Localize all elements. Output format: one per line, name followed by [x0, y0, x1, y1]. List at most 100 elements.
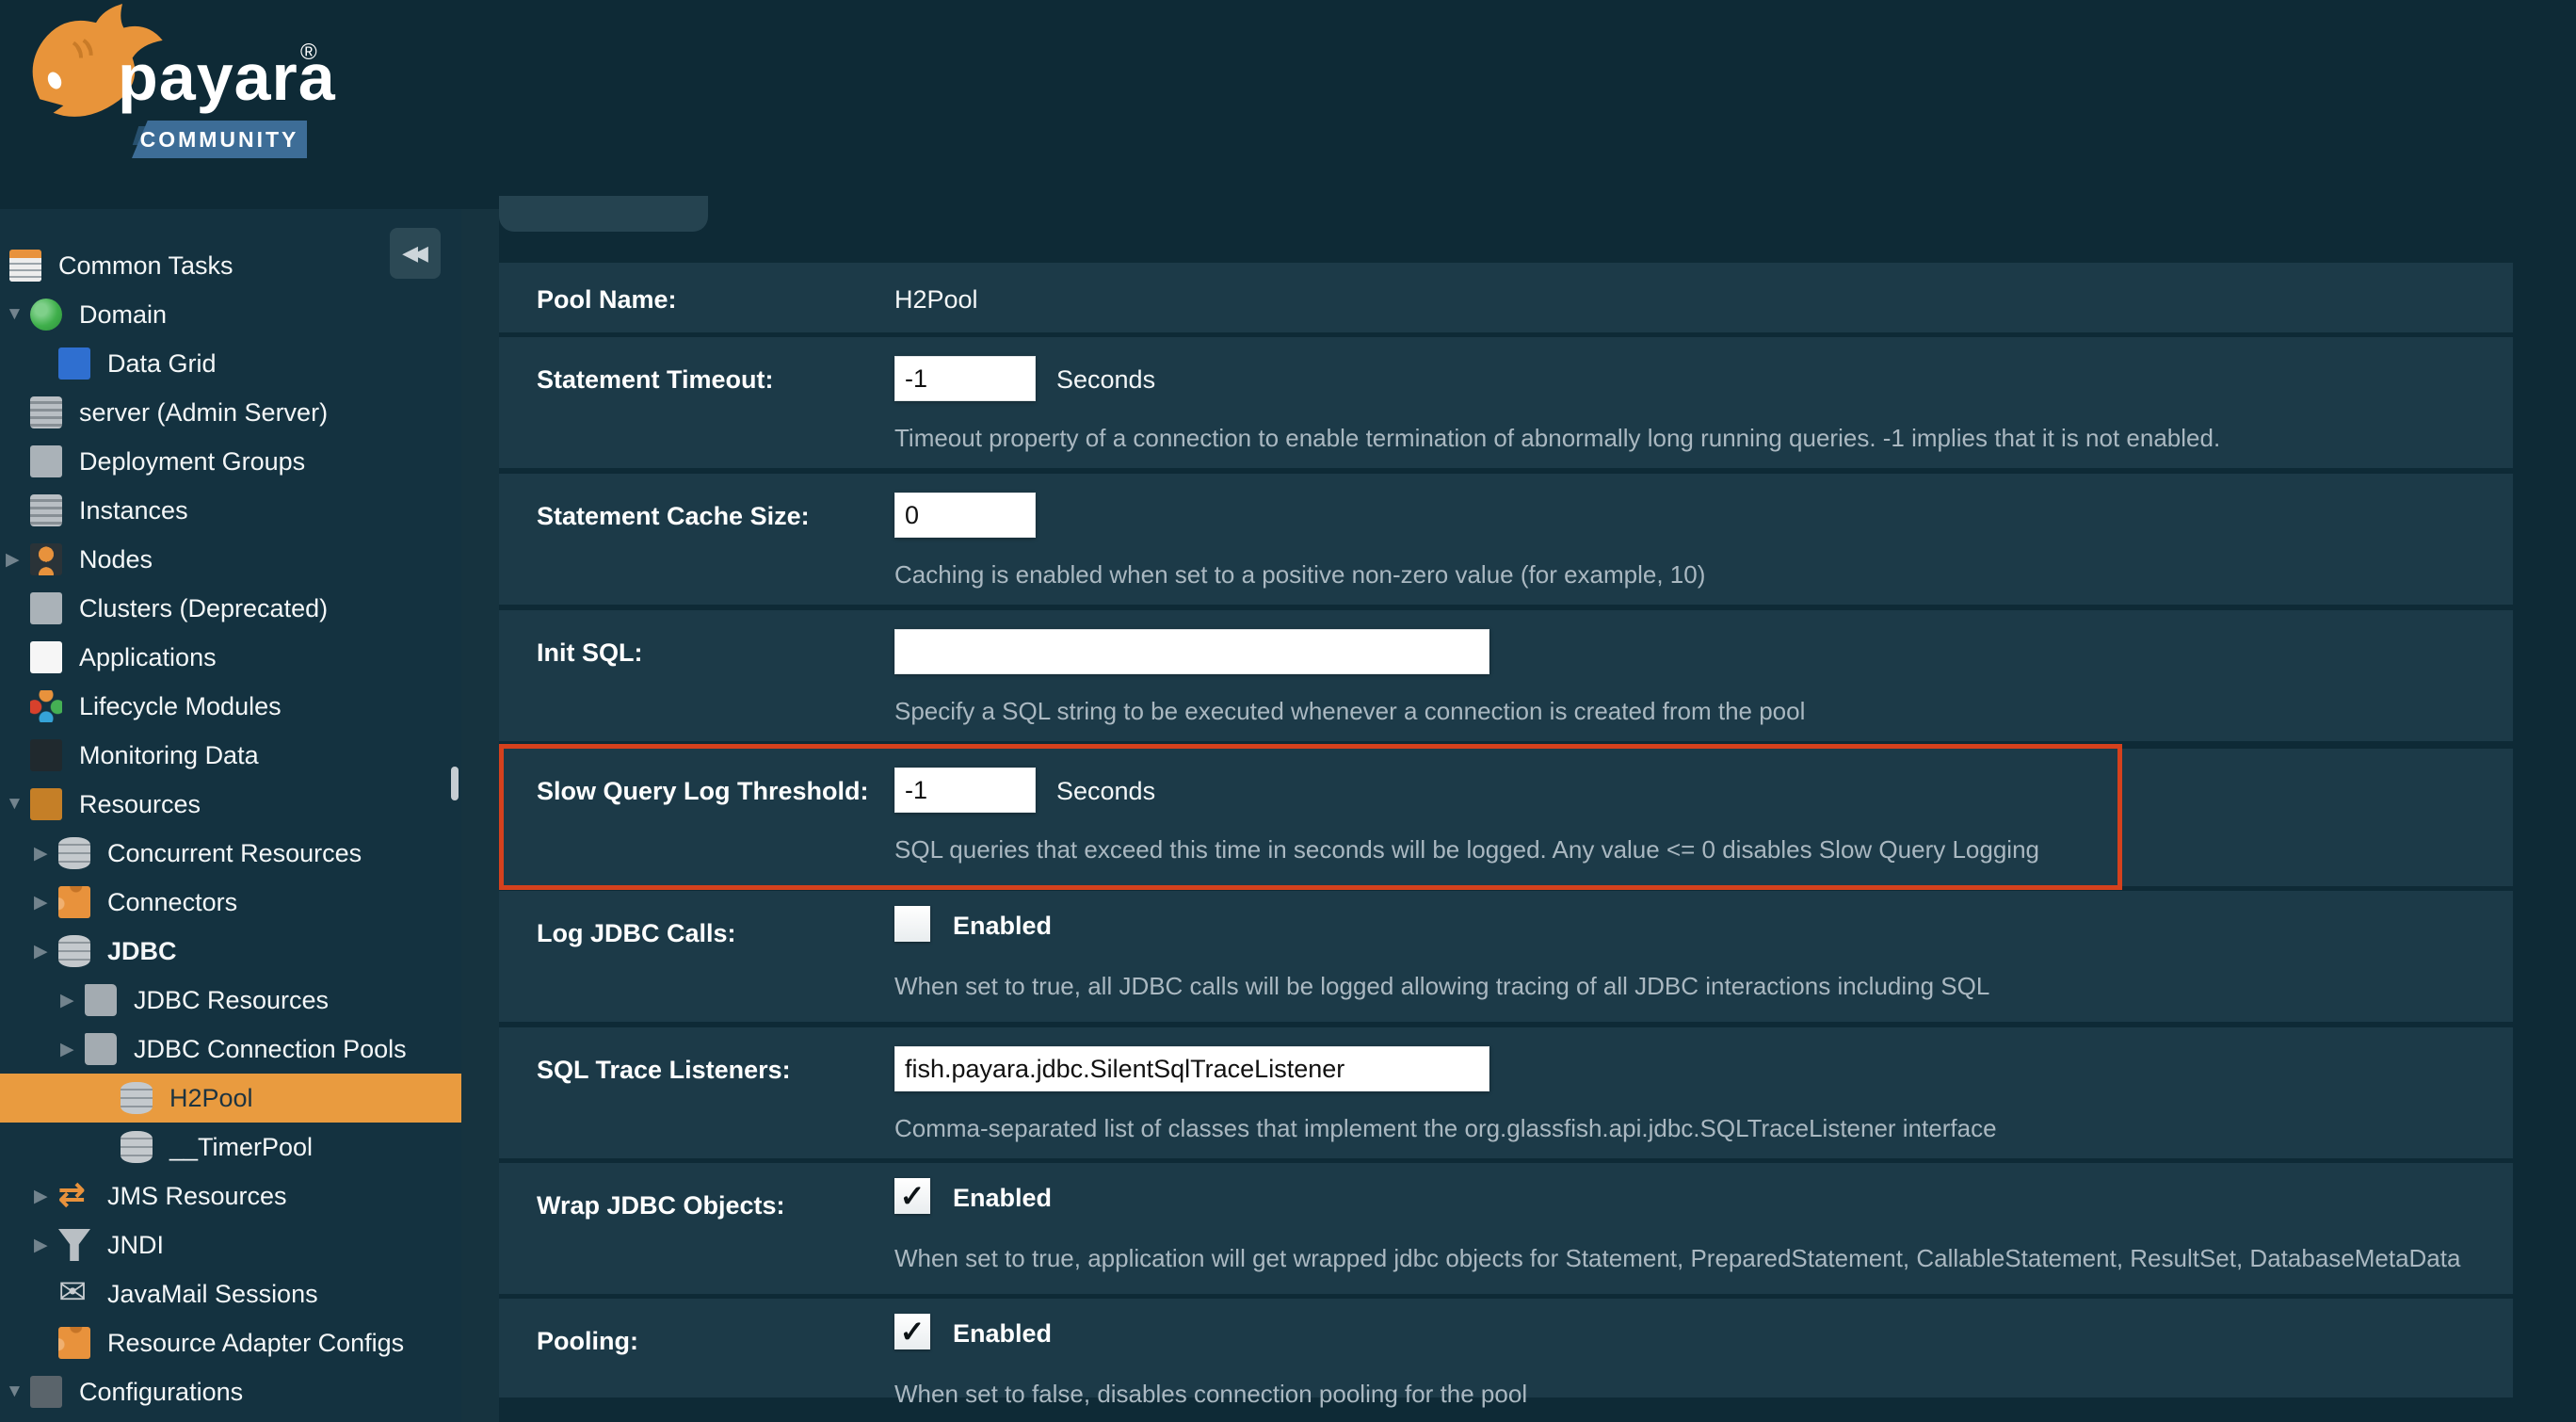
mail-icon	[58, 1278, 90, 1310]
content-tab[interactable]	[499, 196, 708, 232]
sidebar-item-applications[interactable]: Applications	[0, 633, 461, 682]
sidebar-item-label: Deployment Groups	[79, 447, 305, 477]
sidebar-item-jdbc[interactable]: ▶ JDBC	[0, 927, 461, 976]
sidebar-item-resources[interactable]: ▼Resources	[0, 780, 461, 829]
sidebar-item-clusters-deprecated[interactable]: Clusters (Deprecated)	[0, 584, 461, 633]
sidebar-item-jdbc-connection-pools[interactable]: ▶JDBC Connection Pools	[0, 1025, 461, 1074]
expander-right-icon[interactable]: ▶	[34, 1186, 58, 1207]
network-icon	[30, 592, 62, 624]
sidebar-item-domain[interactable]: ▼ Domain	[0, 290, 461, 339]
input-suffix: Seconds	[1056, 365, 1155, 395]
checkbox-label: Enabled	[953, 1319, 1052, 1349]
sidebar-item-data-grid[interactable]: Data Grid	[0, 339, 461, 388]
sliders-icon	[30, 1376, 62, 1408]
sidebar-item-label: Instances	[79, 496, 188, 525]
sidebar-item-label: Resource Adapter Configs	[107, 1329, 404, 1358]
expander-down-icon[interactable]: ▼	[6, 304, 30, 325]
puzzle-icon	[58, 1327, 90, 1359]
checkmark-icon: ✓	[900, 1178, 926, 1214]
field-label: Pool Name:	[537, 285, 677, 315]
form-row: Log JDBC Calls: ✓EnabledWhen set to true,…	[499, 891, 2513, 1022]
sidebar-item-resource-adapter-configs[interactable]: Resource Adapter Configs	[0, 1318, 461, 1367]
help-text: Caching is enabled when set to a positiv…	[894, 560, 1705, 590]
enabled-checkbox[interactable]: ✓	[894, 906, 930, 942]
text-input[interactable]	[894, 1046, 1489, 1091]
sidebar-item-server-admin-server[interactable]: server (Admin Server)	[0, 388, 461, 437]
sidebar-item-nodes[interactable]: ▶ Nodes	[0, 535, 461, 584]
field-label: Statement Cache Size:	[537, 502, 810, 531]
expander-right-icon[interactable]: ▶	[60, 1039, 85, 1060]
sidebar-item-label: Domain	[79, 300, 167, 330]
sidebar-item-monitoring-data[interactable]: Monitoring Data	[0, 731, 461, 780]
sidebar-item-label: Connectors	[107, 888, 237, 917]
form-row: Init SQL:Specify a SQL string to be exec…	[499, 610, 2513, 741]
sidebar-item-connectors[interactable]: ▶ Connectors	[0, 878, 461, 927]
community-badge: COMMUNITY	[132, 121, 307, 158]
sidebar-item-label: Concurrent Resources	[107, 839, 362, 868]
server-icon	[30, 396, 62, 428]
payara-logo: payara ® COMMUNITY	[21, 2, 331, 190]
sidebar-item-label: Data Grid	[107, 349, 217, 379]
sidebar-item-label: JDBC Resources	[134, 986, 329, 1015]
apps-icon	[30, 641, 62, 673]
sidebar-item-jndi[interactable]: ▶JNDI	[0, 1220, 461, 1269]
lifecycle-icon	[30, 690, 62, 722]
expander-right-icon[interactable]: ▶	[34, 892, 58, 913]
field-label: Statement Timeout:	[537, 365, 774, 395]
sidebar-item-jdbc-resources[interactable]: ▶ JDBC Resources	[0, 976, 461, 1025]
help-text: Comma-separated list of classes that imp…	[894, 1114, 1997, 1143]
top-header-band: payara ® COMMUNITY	[0, 0, 2576, 209]
box-icon	[30, 788, 62, 820]
sidebar-item-instances[interactable]: Instances	[0, 486, 461, 535]
puzzle-icon	[58, 886, 90, 918]
sidebar: ◀◀ Common Tasks▼DomainData Gridserver (A…	[0, 209, 461, 1422]
field-area: H2Pool	[894, 263, 2494, 332]
field-area: Caching is enabled when set to a positiv…	[894, 474, 2494, 605]
text-input[interactable]	[894, 356, 1036, 401]
form-row: SQL Trace Listeners:Comma-separated list…	[499, 1027, 2513, 1158]
sidebar-item-label: Configurations	[79, 1378, 243, 1407]
sidebar-item-timerpool[interactable]: __TimerPool	[0, 1123, 461, 1172]
field-area: ✓EnabledWhen set to true, all JDBC calls…	[894, 891, 2494, 1022]
expander-right-icon[interactable]: ▶	[34, 843, 58, 865]
expander-right-icon[interactable]: ▶	[34, 1235, 58, 1256]
db-icon	[58, 837, 90, 869]
sidebar-item-configurations[interactable]: ▼ Configurations	[0, 1367, 461, 1416]
sidebar-collapse-button[interactable]: ◀◀	[390, 228, 441, 279]
sidebar-item-lifecycle-modules[interactable]: Lifecycle Modules	[0, 682, 461, 731]
sidebar-item-label: Lifecycle Modules	[79, 692, 282, 721]
expander-down-icon[interactable]: ▼	[6, 1382, 30, 1402]
field-label: Init SQL:	[537, 638, 642, 668]
text-input[interactable]	[894, 629, 1489, 674]
grid-icon	[58, 347, 90, 380]
sidebar-item-jms-resources[interactable]: ▶JMS Resources	[0, 1172, 461, 1220]
help-text: SQL queries that exceed this time in sec…	[894, 835, 2039, 865]
field-label: Slow Query Log Threshold:	[537, 777, 869, 806]
sidebar-item-label: Nodes	[79, 545, 153, 574]
help-text: When set to true, all JDBC calls will be…	[894, 972, 1989, 1001]
funnel-icon	[58, 1229, 90, 1261]
expander-right-icon[interactable]: ▶	[60, 990, 85, 1011]
sidebar-item-label: JavaMail Sessions	[107, 1280, 318, 1309]
sidebar-item-label: H2Pool	[169, 1084, 253, 1113]
expander-right-icon[interactable]: ▶	[6, 549, 30, 571]
sidebar-scrollbar-thumb[interactable]	[451, 767, 459, 800]
text-input[interactable]	[894, 493, 1036, 538]
sidebar-item-javamail-sessions[interactable]: JavaMail Sessions	[0, 1269, 461, 1318]
enabled-checkbox[interactable]: ✓	[894, 1314, 930, 1349]
expander-down-icon[interactable]: ▼	[6, 794, 30, 815]
enabled-checkbox[interactable]: ✓	[894, 1178, 930, 1214]
community-badge-label: COMMUNITY	[140, 127, 299, 153]
sidebar-item-concurrent-resources[interactable]: ▶ Concurrent Resources	[0, 829, 461, 878]
text-input[interactable]	[894, 768, 1036, 813]
sidebar-item-h2pool[interactable]: H2Pool	[0, 1074, 461, 1123]
expander-right-icon[interactable]: ▶	[34, 941, 58, 962]
sidebar-item-deployment-groups[interactable]: Deployment Groups	[0, 437, 461, 486]
field-label: Log JDBC Calls:	[537, 919, 736, 948]
arrows-icon	[58, 1180, 90, 1212]
sidebar-item-label: JDBC	[107, 937, 177, 966]
form-row: Wrap JDBC Objects:✓EnabledWhen set to tr…	[499, 1163, 2513, 1294]
registered-mark: ®	[300, 40, 317, 66]
form-row: Pool Name: H2Pool	[499, 263, 2513, 332]
form-row: Pooling:✓EnabledWhen set to false, disab…	[499, 1299, 2513, 1398]
